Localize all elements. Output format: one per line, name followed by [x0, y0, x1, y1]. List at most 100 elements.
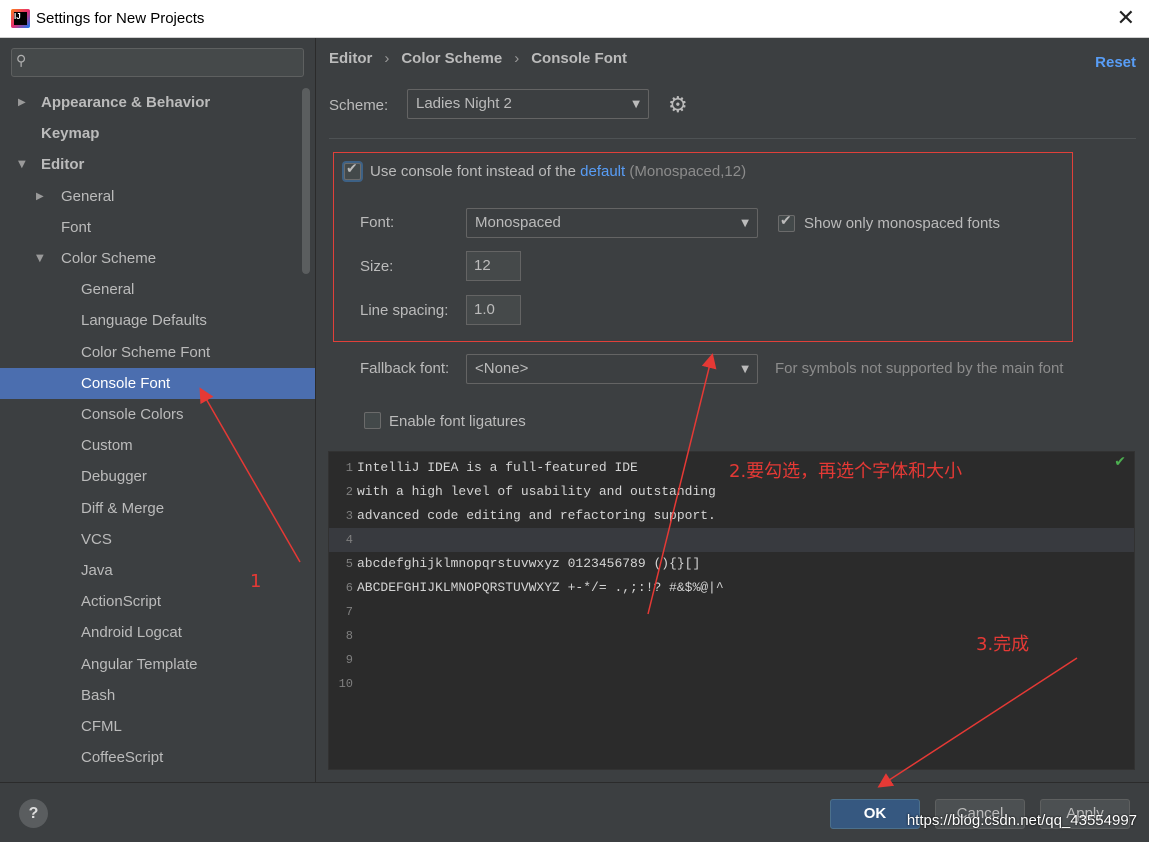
- scheme-dropdown[interactable]: Ladies Night 2 ▼: [407, 89, 649, 119]
- close-icon[interactable]: ✕: [1117, 6, 1135, 31]
- tree-item-label: Appearance & Behavior: [41, 94, 211, 111]
- tree-item-label: CoffeeScript: [81, 749, 164, 767]
- annotation-step-2: 2.要勾选，再选个字体和大小: [729, 461, 963, 482]
- tree-item-label: General: [81, 281, 135, 299]
- breadcrumb-separator: ›: [514, 50, 520, 67]
- title-bar: Settings for New Projects ✕: [0, 0, 1149, 38]
- search-icon: ⚲: [16, 53, 27, 69]
- breadcrumb-item: Color Scheme: [401, 50, 503, 67]
- tree-item[interactable]: Diff & Merge: [0, 493, 315, 524]
- line-number: 5: [345, 557, 353, 571]
- tree-item-label: CFML: [81, 718, 122, 735]
- preview-line: 2 with a high level of usability and outs…: [329, 480, 1134, 504]
- reset-link[interactable]: Reset: [1095, 54, 1136, 71]
- line-number: 6: [345, 581, 353, 595]
- tree-item[interactable]: CoffeeScript: [0, 742, 315, 773]
- chevron-down-icon: ▼: [632, 99, 640, 110]
- expanded-arrow-icon[interactable]: ▼: [18, 149, 26, 180]
- tree-item[interactable]: Color Scheme Font: [0, 337, 315, 368]
- tree-item-label: Diff & Merge: [81, 499, 165, 517]
- tree-item[interactable]: ActionScript: [0, 586, 315, 617]
- size-field[interactable]: 12: [466, 251, 521, 281]
- tree-item-label: Font: [61, 218, 92, 236]
- preview-line: 3 advanced code editing and refactoring s…: [329, 504, 1134, 528]
- tree-item-label: ActionScript: [81, 593, 162, 611]
- tree-item[interactable]: Console Font: [0, 367, 315, 399]
- tree-item[interactable]: ▶ General: [0, 181, 315, 212]
- tree-item-label: Debugger: [81, 468, 147, 486]
- line-spacing-field[interactable]: 1.0: [466, 295, 521, 325]
- breadcrumb-item: Editor: [329, 50, 373, 67]
- line-spacing-label: Line spacing:: [360, 302, 449, 319]
- preview-line: 10: [329, 672, 1134, 696]
- tree-item-label: Angular Template: [81, 655, 198, 673]
- tree-item[interactable]: Debugger: [0, 461, 315, 492]
- collapsed-arrow-icon[interactable]: ▶: [36, 181, 44, 212]
- default-font-link[interactable]: default: [580, 163, 625, 180]
- line-number: 3: [345, 509, 353, 523]
- line-number: 7: [345, 605, 353, 619]
- fallback-font-hint: For symbols not supported by the main fo…: [775, 360, 1064, 377]
- preview-text: with a high level of usability and outst…: [357, 484, 716, 499]
- tree-item[interactable]: CFML: [0, 711, 315, 742]
- annotation-step-1: 1: [250, 571, 262, 592]
- default-font-hint: (Monospaced,12): [629, 163, 747, 180]
- settings-content: Editor › Color Scheme › Console Font Reset S…: [316, 38, 1149, 782]
- tree-item[interactable]: Font: [0, 212, 315, 243]
- tree-item[interactable]: ▼ Color Scheme: [0, 243, 315, 274]
- use-console-font-prefix: Use console font instead of the: [370, 163, 576, 180]
- sidebar-scrollbar[interactable]: [302, 88, 310, 274]
- tree-item[interactable]: Java: [0, 555, 315, 586]
- gear-icon[interactable]: ⚙: [668, 93, 688, 118]
- tree-item[interactable]: Language Defaults: [0, 305, 315, 336]
- tree-item[interactable]: Console Colors: [0, 399, 315, 430]
- tree-item[interactable]: Android Logcat: [0, 617, 315, 648]
- divider: [329, 138, 1136, 139]
- line-number: 8: [345, 629, 353, 643]
- fallback-font-label: Fallback font:: [360, 360, 450, 377]
- preview-line: 6 ABCDEFGHIJKLMNOPQRSTUVWXYZ +-*/= .,;:!?…: [329, 576, 1134, 600]
- help-button[interactable]: ?: [19, 799, 48, 828]
- tree-item[interactable]: VCS: [0, 524, 315, 555]
- tree-item[interactable]: ▼ Editor: [0, 149, 315, 180]
- font-dropdown[interactable]: Monospaced ▼: [466, 208, 758, 238]
- scheme-value: Ladies Night 2: [416, 95, 512, 112]
- breadcrumb-item: Console Font: [531, 50, 628, 67]
- search-input[interactable]: ⚲: [11, 48, 304, 77]
- tree-item-label: Console Font: [81, 374, 171, 392]
- collapsed-arrow-icon[interactable]: ▶: [18, 87, 26, 118]
- tree-item-label: VCS: [81, 530, 112, 548]
- line-number: 1: [345, 461, 353, 475]
- tree-item-label: Editor: [41, 156, 85, 174]
- tree-item[interactable]: Bash: [0, 680, 315, 711]
- tree-item[interactable]: Custom: [0, 430, 315, 461]
- tree-item-label: Java: [81, 562, 113, 579]
- use-console-font-checkbox[interactable]: ✔: [344, 161, 361, 180]
- fallback-font-value: <None>: [475, 360, 529, 377]
- settings-sidebar: ⚲ ▶ Appearance & Behavior Keymap ▼ Editor ▶ Ge…: [0, 38, 316, 782]
- show-only-monospaced-checkbox[interactable]: ✔: [778, 213, 795, 232]
- enable-ligatures-checkbox[interactable]: [364, 412, 381, 429]
- size-label: Size:: [360, 258, 394, 275]
- scheme-label: Scheme:: [329, 97, 389, 114]
- chevron-down-icon: ▼: [741, 218, 749, 229]
- tree-item[interactable]: Angular Template: [0, 649, 315, 680]
- tree-item[interactable]: General: [0, 274, 315, 305]
- checkmark-icon: ✔: [780, 213, 792, 229]
- show-only-monospaced-label[interactable]: Show only monospaced fonts: [804, 215, 1000, 232]
- use-console-font-label[interactable]: Use console font instead of the default …: [370, 163, 746, 180]
- intellij-logo-icon: [11, 9, 30, 28]
- preview-line: 5 abcdefghijklmnopqrstuvwxyz 0123456789 (…: [329, 552, 1134, 576]
- expanded-arrow-icon[interactable]: ▼: [36, 243, 44, 274]
- font-value: Monospaced: [475, 214, 561, 231]
- font-label: Font:: [360, 214, 395, 231]
- tree-item[interactable]: Keymap: [0, 118, 315, 149]
- fallback-font-dropdown[interactable]: <None> ▼: [466, 354, 758, 384]
- enable-ligatures-label[interactable]: Enable font ligatures: [389, 413, 526, 430]
- font-preview-editor[interactable]: ✔ 1 IntelliJ IDEA is a full-featured IDE 2…: [328, 451, 1135, 770]
- tree-item[interactable]: ▶ Appearance & Behavior: [0, 87, 315, 118]
- annotation-step-3: 3.完成: [976, 634, 1030, 655]
- tree-item-label: Keymap: [41, 125, 100, 143]
- preview-line: 4: [329, 528, 1134, 552]
- line-number: 4: [345, 533, 353, 547]
